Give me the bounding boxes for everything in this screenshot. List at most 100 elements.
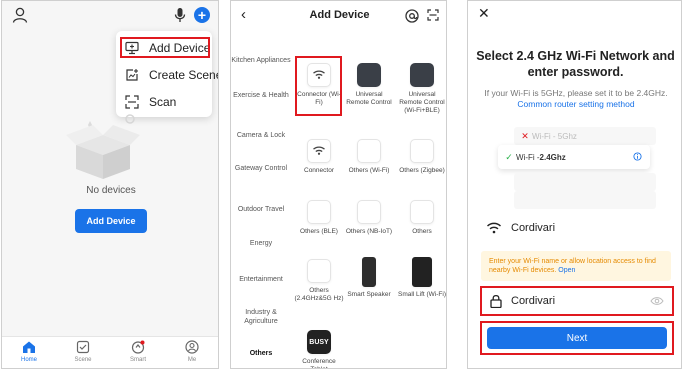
scene-icon	[76, 340, 90, 354]
scan-icon	[125, 95, 139, 109]
blank-tile-icon	[410, 139, 434, 163]
tab-home[interactable]: Home	[9, 340, 49, 363]
cross-icon: ✕	[521, 130, 529, 141]
device-label: Others (BLE)	[300, 228, 338, 235]
router-settings-link[interactable]: Common router setting method	[517, 99, 634, 109]
busy-tablet-icon: BUSY	[307, 330, 331, 354]
close-icon[interactable]: ✕	[478, 5, 490, 22]
tab-scene[interactable]: Scene	[63, 340, 103, 363]
device-label: Connector	[304, 167, 334, 174]
wifi-24g-row: ✓ Wi-Fi - 2.4Ghz	[498, 145, 650, 169]
wifi-5g-label: Wi-Fi - 5Ghz	[532, 131, 577, 141]
device-conference-tablet[interactable]: BUSY Conference Tablet	[294, 330, 344, 368]
create-scene-icon	[126, 69, 138, 81]
category-item[interactable]: Kitchen Appliances	[231, 56, 291, 65]
empty-state-text: No devices	[86, 185, 136, 196]
blank-tile-icon	[357, 139, 381, 163]
blank-tile-icon	[307, 200, 331, 224]
device-others-ble[interactable]: Others (BLE)	[294, 200, 344, 236]
highlight-connector	[295, 56, 342, 116]
lift-icon	[412, 257, 432, 287]
password-field[interactable]: Cordivari	[480, 286, 674, 316]
device-universal-remote[interactable]: Universal Remote Control	[344, 63, 394, 107]
device-others-nbiot[interactable]: Others (NB-IoT)	[344, 200, 394, 236]
device-others-zigbee[interactable]: Others (Zigbee)	[397, 139, 446, 175]
smart-icon	[131, 340, 145, 354]
open-link[interactable]: Open	[558, 267, 575, 274]
category-item[interactable]: Exercise & Health	[231, 91, 291, 100]
empty-box-illustration	[66, 114, 140, 179]
wifi-icon	[307, 139, 331, 163]
device-label: Universal Remote Control	[346, 91, 392, 106]
wifi-5g-row: ✕ Wi-Fi - 5Ghz	[514, 127, 656, 145]
device-label: Others (2.4GHz&5G Hz)	[294, 287, 344, 302]
device-small-lift[interactable]: Small Lift (Wi-Fi)	[397, 257, 447, 299]
menu-label: Scan	[149, 95, 177, 109]
device-others[interactable]: Others	[397, 200, 446, 236]
category-item[interactable]: Entertainment	[231, 275, 291, 284]
device-label: Others	[412, 228, 432, 235]
subtitle: If your Wi-Fi is 5GHz, please set it to …	[476, 88, 676, 110]
info-icon	[633, 152, 642, 161]
password-value: Cordivari	[511, 295, 556, 307]
eye-icon[interactable]	[650, 296, 664, 306]
check-icon: ✓	[505, 151, 513, 162]
wifi-placeholder-row	[514, 173, 656, 191]
page-title: Select 2.4 GHz Wi-Fi Network and enter p…	[476, 49, 675, 79]
menu-item-scan[interactable]: Scan	[116, 90, 212, 114]
add-device-screen: ‹ Add Device Kitchen Appliances Exercise…	[230, 0, 447, 369]
device-others-wifi[interactable]: Others (Wi-Fi)	[344, 139, 394, 175]
category-item[interactable]: Outdoor Travel	[231, 205, 291, 214]
menu-label: Create Scene	[149, 68, 219, 82]
subtitle-text: If your Wi-Fi is 5GHz, please set it to …	[484, 88, 668, 98]
user-icon[interactable]	[12, 7, 28, 23]
device-label: Small Lift (Wi-Fi)	[397, 291, 447, 298]
blank-tile-icon	[307, 259, 331, 283]
home-icon	[23, 341, 35, 353]
category-sidebar: Kitchen Appliances Exercise & Health Cam…	[231, 41, 291, 368]
menu-item-create-scene[interactable]: Create Scene	[116, 63, 218, 87]
location-warning: Enter your Wi-Fi name or allow location …	[481, 251, 671, 281]
microphone-icon[interactable]	[173, 7, 187, 23]
device-label: Conference Tablet	[302, 358, 336, 368]
highlight-add-device	[120, 37, 210, 58]
device-label: Others (Wi-Fi)	[348, 167, 390, 174]
plus-circle-icon[interactable]: +	[194, 7, 210, 23]
me-icon	[185, 340, 199, 354]
wifi-24g-prefix: Wi-Fi -	[516, 152, 540, 162]
device-label: Smart Speaker	[347, 291, 391, 298]
category-item[interactable]: Gateway Control	[231, 164, 291, 173]
category-item[interactable]: Camera & Lock	[231, 131, 291, 140]
category-item[interactable]: Energy	[231, 239, 291, 248]
tab-smart[interactable]: Smart	[118, 340, 158, 363]
device-label: Universal Remote Control (Wi-Fi+BLE)	[399, 91, 445, 114]
device-universal-remote-ble[interactable]: Universal Remote Control (Wi-Fi+BLE)	[397, 63, 446, 115]
at-sign-icon[interactable]	[405, 9, 419, 23]
tab-label: Me	[187, 357, 197, 363]
tab-label: Scene	[74, 357, 92, 363]
category-item[interactable]: Industry & Agriculture	[231, 308, 291, 326]
device-others-dualband[interactable]: Others (2.4GHz&5G Hz)	[294, 259, 344, 303]
next-button[interactable]: Next	[487, 327, 667, 349]
tab-label: Home	[20, 357, 37, 363]
device-label: Others (Zigbee)	[399, 167, 445, 174]
tab-me[interactable]: Me	[172, 340, 212, 363]
wifi-24g-band: 2.4Ghz	[539, 152, 566, 162]
tab-label: Smart	[129, 357, 146, 363]
remote-icon	[410, 63, 434, 87]
remote-icon	[357, 63, 381, 87]
home-screen: + Add Device Create Scene Scan No device…	[1, 0, 219, 369]
category-item-active[interactable]: Others	[231, 349, 291, 358]
device-smart-speaker[interactable]: Smart Speaker	[344, 257, 394, 299]
add-device-button[interactable]: Add Device	[75, 209, 147, 233]
tab-bar: Home Scene Smart Me	[2, 336, 218, 368]
selected-network[interactable]: Cordivari	[486, 221, 555, 235]
blank-tile-icon	[357, 200, 381, 224]
scan-icon[interactable]	[427, 9, 439, 21]
device-connector[interactable]: Connector	[294, 139, 344, 175]
blank-tile-icon	[410, 200, 434, 224]
device-label: Others (NB-IoT)	[345, 228, 393, 235]
wifi-setup-screen: ✕ Select 2.4 GHz Wi-Fi Network and enter…	[467, 0, 682, 369]
highlight-next: Next	[480, 321, 674, 355]
wifi-placeholder-row	[514, 191, 656, 209]
